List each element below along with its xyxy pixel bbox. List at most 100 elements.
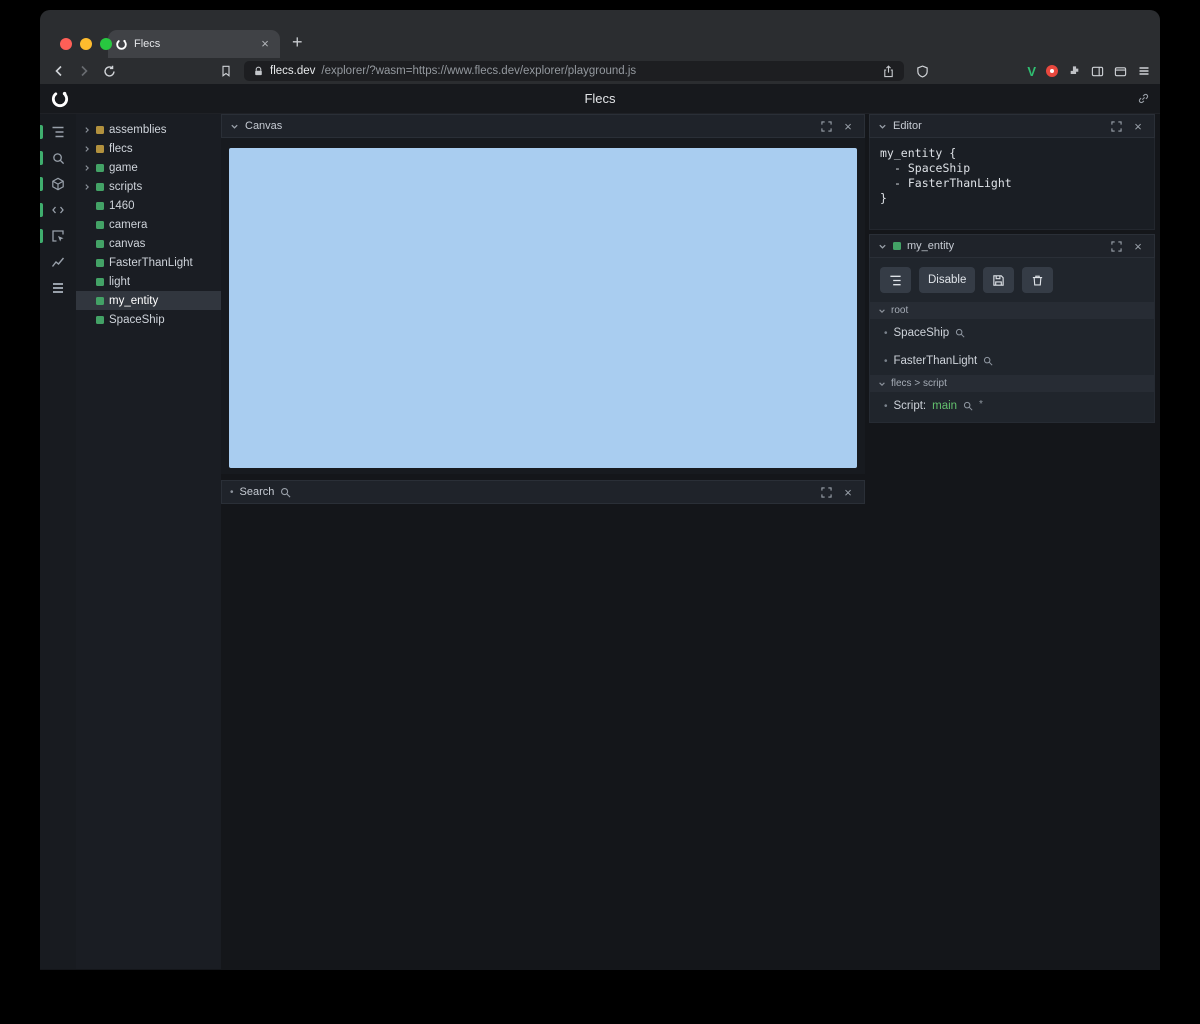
component-label: SpaceShip bbox=[893, 327, 950, 339]
chevron-right-icon[interactable] bbox=[83, 126, 91, 134]
component-value: main bbox=[932, 400, 958, 412]
canvas-panel-body bbox=[221, 138, 865, 474]
entity-icon bbox=[96, 220, 104, 229]
entity-icon bbox=[96, 239, 104, 248]
share-icon[interactable] bbox=[882, 64, 895, 78]
component-row[interactable]: • SpaceShip bbox=[870, 319, 1154, 347]
chevron-down-icon[interactable] bbox=[878, 242, 887, 251]
search-panel: • Search × bbox=[221, 480, 865, 504]
asterisk-icon: * bbox=[979, 398, 983, 410]
delete-button[interactable] bbox=[1022, 267, 1054, 293]
chevron-down-icon[interactable] bbox=[878, 122, 887, 131]
entity-module-icon bbox=[96, 144, 104, 153]
component-row[interactable]: • Script: main * bbox=[870, 392, 1154, 420]
tree-row[interactable]: camera bbox=[76, 215, 221, 234]
panel-bullet: • bbox=[230, 486, 234, 498]
code-line: - FasterThanLight bbox=[894, 176, 1012, 190]
chevron-right-icon[interactable] bbox=[83, 164, 91, 172]
chevron-right-icon[interactable] bbox=[83, 145, 91, 153]
code-line: } bbox=[880, 191, 887, 205]
expand-icon[interactable] bbox=[1108, 118, 1124, 134]
tree-row[interactable]: game bbox=[76, 158, 221, 177]
tree-row[interactable]: SpaceShip bbox=[76, 310, 221, 329]
entity-panel-header: my_entity × bbox=[869, 234, 1155, 258]
component-bullet: • bbox=[884, 355, 888, 367]
code-editor[interactable]: my_entity { - SpaceShip - FasterThanLigh… bbox=[869, 138, 1155, 230]
entity-icon bbox=[96, 277, 104, 286]
search-icon[interactable] bbox=[963, 401, 973, 411]
browser-tab[interactable]: Flecs × bbox=[108, 30, 280, 58]
tree-item-label: light bbox=[109, 275, 131, 288]
window-zoom-button[interactable] bbox=[100, 38, 112, 50]
extension-red-icon[interactable] bbox=[1046, 65, 1058, 77]
screen: Flecs × + flecs.dev /explorer/?wasm=http… bbox=[0, 0, 1200, 1024]
rail-button-commands[interactable] bbox=[40, 280, 76, 296]
expand-icon[interactable] bbox=[818, 118, 834, 134]
share-link-icon[interactable] bbox=[1137, 92, 1150, 105]
component-bullet: • bbox=[884, 400, 888, 412]
close-icon[interactable]: × bbox=[840, 484, 856, 500]
tree-item-label: camera bbox=[109, 218, 148, 231]
wallet-icon[interactable] bbox=[1114, 65, 1127, 78]
panel-title: Editor bbox=[893, 120, 922, 132]
puzzle-icon[interactable] bbox=[1068, 65, 1081, 78]
reload-icon[interactable] bbox=[99, 61, 119, 81]
close-icon[interactable]: × bbox=[840, 118, 856, 134]
chevron-down-icon[interactable] bbox=[230, 122, 239, 131]
close-icon[interactable]: × bbox=[1130, 238, 1146, 254]
rail-button-entity-tree[interactable] bbox=[40, 124, 76, 140]
tree-row[interactable]: scripts bbox=[76, 177, 221, 196]
window-close-button[interactable] bbox=[60, 38, 72, 50]
menu-icon[interactable] bbox=[1137, 64, 1151, 78]
app-header: Flecs bbox=[40, 84, 1160, 114]
flecs-logo-icon[interactable] bbox=[50, 89, 70, 109]
rail-button-code[interactable] bbox=[40, 202, 76, 218]
expand-icon[interactable] bbox=[1108, 238, 1124, 254]
sidebar-icon[interactable] bbox=[1091, 65, 1104, 78]
window-minimize-button[interactable] bbox=[80, 38, 92, 50]
tree-row-selected[interactable]: my_entity bbox=[76, 291, 221, 310]
rail-button-inspector[interactable] bbox=[40, 228, 76, 244]
tree-row[interactable]: canvas bbox=[76, 234, 221, 253]
tree-row[interactable]: FasterThanLight bbox=[76, 253, 221, 272]
code-line: - SpaceShip bbox=[894, 161, 971, 175]
lock-icon bbox=[253, 66, 264, 77]
new-tab-button[interactable]: + bbox=[292, 33, 303, 51]
component-section-header[interactable]: root bbox=[870, 302, 1154, 319]
entity-inspector-panel: my_entity × Disable root • SpaceShip • F… bbox=[869, 234, 1155, 423]
component-bullet: • bbox=[884, 327, 888, 339]
search-icon[interactable] bbox=[983, 356, 993, 366]
tab-close-icon[interactable]: × bbox=[257, 36, 273, 52]
forward-icon[interactable] bbox=[74, 61, 94, 81]
rail-button-search[interactable] bbox=[40, 150, 76, 166]
tree-row[interactable]: flecs bbox=[76, 139, 221, 158]
component-label: FasterThanLight bbox=[893, 355, 978, 367]
extension-v-icon[interactable]: V bbox=[1027, 64, 1036, 79]
expand-icon[interactable] bbox=[818, 484, 834, 500]
entity-icon bbox=[96, 163, 104, 172]
tree-row[interactable]: 1460 bbox=[76, 196, 221, 215]
tree-row[interactable]: light bbox=[76, 272, 221, 291]
tree-view-button[interactable] bbox=[880, 267, 911, 293]
disable-button[interactable]: Disable bbox=[919, 267, 976, 293]
search-icon bbox=[280, 487, 291, 498]
render-canvas[interactable] bbox=[229, 148, 857, 468]
component-row[interactable]: • FasterThanLight bbox=[870, 347, 1154, 375]
bookmark-icon[interactable] bbox=[216, 61, 236, 81]
save-button[interactable] bbox=[983, 267, 1015, 293]
rail-button-statistics[interactable] bbox=[40, 254, 76, 270]
back-icon[interactable] bbox=[49, 61, 69, 81]
tree-row[interactable]: assemblies bbox=[76, 120, 221, 139]
rail-button-modules[interactable] bbox=[40, 176, 76, 192]
tree-item-label: scripts bbox=[109, 180, 143, 193]
chevron-right-icon[interactable] bbox=[83, 183, 91, 191]
editor-panel: Editor × my_entity { - SpaceShip - Faste… bbox=[869, 114, 1155, 230]
cube-icon bbox=[51, 177, 65, 191]
search-icon[interactable] bbox=[955, 328, 965, 338]
close-icon[interactable]: × bbox=[1130, 118, 1146, 134]
component-section-header[interactable]: flecs > script bbox=[870, 375, 1154, 392]
address-bar[interactable]: flecs.dev /explorer/?wasm=https://www.fl… bbox=[244, 61, 904, 81]
shield-icon[interactable] bbox=[912, 61, 932, 81]
